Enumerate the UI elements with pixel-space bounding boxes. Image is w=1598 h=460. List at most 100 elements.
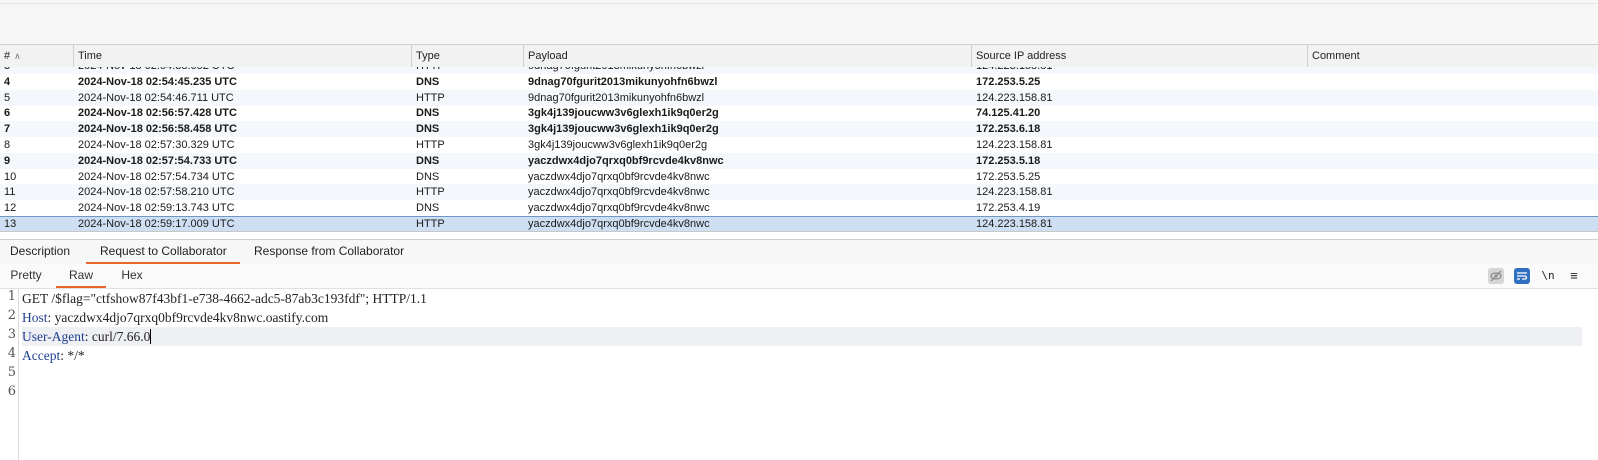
cell-time: 2024-Nov-18 02:56:57.428 UTC	[78, 107, 237, 120]
table-row[interactable]: 9 2024-Nov-18 02:57:54.733 UTC DNS yaczdwx4…	[0, 152, 1598, 169]
cell-num: 10	[4, 170, 17, 183]
tab-hex[interactable]: Hex	[112, 264, 152, 288]
cell-num: 11	[4, 186, 16, 199]
cell-ip: 124.223.158.81	[976, 139, 1053, 151]
cell-num: 7	[4, 123, 11, 136]
header-value: */*	[67, 348, 85, 363]
cell-ip: 74.125.41.20	[976, 107, 1041, 120]
cell-ip: 172.253.5.25	[976, 75, 1041, 88]
tab-label: Pretty	[10, 268, 42, 282]
divider	[0, 3, 1598, 4]
column-header-number[interactable]: # ∧	[0, 45, 74, 67]
header-separator: :	[84, 329, 92, 344]
newline-toggle-button[interactable]: \n	[1540, 268, 1556, 284]
sort-asc-icon[interactable]: ∧	[14, 45, 21, 67]
cell-type: DNS	[416, 123, 440, 136]
cell-payload: 3gk4j139joucww3v6glexh1ik9q0er2g	[528, 139, 708, 151]
tab-label: Raw	[68, 268, 93, 282]
eye-slash-icon[interactable]	[1488, 268, 1504, 284]
tab-pretty[interactable]: Pretty	[6, 264, 46, 288]
tab-label: Hex	[121, 268, 143, 282]
cell-ip: 124.223.158.81	[976, 91, 1053, 104]
tab-request-to-collaborator[interactable]: Request to Collaborator	[86, 240, 240, 264]
table-row[interactable]: 4 2024-Nov-18 02:54:45.235 UTC DNS 9dnag70f…	[0, 74, 1598, 90]
text-cursor	[150, 329, 152, 344]
column-header-comment[interactable]: Comment	[1308, 45, 1598, 67]
raw-request-editor[interactable]: 1 2 3 4 5 6 GET /$flag="ctfshow87f43bf1-e738-…	[0, 289, 1598, 460]
cell-type: HTTP	[416, 139, 445, 151]
word-wrap-glyph	[1517, 272, 1528, 280]
tab-label: Description	[10, 244, 71, 258]
tab-description[interactable]: Description	[10, 240, 76, 264]
cell-type: DNS	[416, 154, 440, 167]
cell-num: 5	[4, 91, 11, 104]
cell-type: HTTP	[416, 91, 445, 104]
hamburger-menu-icon[interactable]: ≡	[1566, 268, 1582, 284]
cell-type: DNS	[416, 107, 440, 120]
cell-time: 2024-Nov-18 02:56:58.458 UTC	[78, 123, 237, 136]
column-header-label: Time	[78, 50, 103, 62]
column-header-payload[interactable]: Payload	[524, 45, 972, 67]
cell-time: 2024-Nov-18 02:57:54.734 UTC	[78, 170, 235, 183]
top-toolbar-area	[0, 0, 1598, 45]
table-row[interactable]: 11 2024-Nov-18 02:57:58.210 UTC HTTP yaczdw…	[0, 184, 1598, 201]
header-name: Accept	[22, 348, 61, 363]
code-line[interactable]: User-Agent: curl/7.66.0	[22, 327, 1582, 346]
table-row[interactable]: 6 2024-Nov-18 02:56:57.428 UTC DNS 3gk4j139…	[0, 105, 1598, 121]
cell-ip: 124.223.158.81	[976, 186, 1053, 199]
cell-payload: 9dnag70fgurit2013mikunyohfn6bwzl	[528, 91, 705, 104]
cell-payload: 3gk4j139joucww3v6glexh1ik9q0er2g	[528, 107, 719, 120]
line-number: 5	[7, 365, 16, 380]
cell-time: 2024-Nov-18 02:54:45.235 UTC	[78, 75, 237, 88]
tab-label: Request to Collaborator	[100, 244, 227, 258]
cell-payload: yaczdwx4djo7qrxq0bf9rcvde4kv8nwc	[528, 154, 724, 167]
column-header-time[interactable]: Time	[74, 45, 412, 67]
tab-raw[interactable]: Raw	[56, 264, 106, 288]
view-mode-tabs: Pretty Raw Hex	[0, 264, 1598, 289]
table-row[interactable]: 13 2024-Nov-18 02:59:17.009 UTC HTTP yaczdw…	[0, 216, 1598, 231]
cell-ip: 172.253.4.19	[976, 202, 1041, 215]
line-number-gutter: 1 2 3 4 5 6	[0, 289, 19, 460]
cell-payload: yaczdwx4djo7qrxq0bf9rcvde4kv8nwc	[528, 186, 710, 199]
table-row[interactable]: 8 2024-Nov-18 02:57:30.329 UTC HTTP 3gk4j13…	[0, 137, 1598, 153]
cell-num: 13	[4, 218, 17, 230]
cell-time: 2024-Nov-18 02:59:13.743 UTC	[78, 202, 235, 215]
table-header: # ∧ Time Type Payload Source IP address C…	[0, 45, 1598, 68]
cell-time: 2024-Nov-18 02:57:54.733 UTC	[78, 154, 237, 167]
cell-type: DNS	[416, 202, 440, 215]
cell-payload: 9dnag70fgurit2013mikunyohfn6bwzl	[528, 75, 718, 88]
cell-num: 9	[4, 154, 11, 167]
request-line: GET /$flag="ctfshow87f43bf1-e738-4662-ad…	[22, 291, 427, 306]
line-number: 6	[7, 384, 16, 399]
table-row[interactable]: 5 2024-Nov-18 02:54:46.711 UTC HTTP 9dnag70…	[0, 89, 1598, 106]
tab-label: Response from Collaborator	[254, 244, 405, 258]
cell-num: 4	[4, 75, 11, 88]
eye-slash-glyph	[1490, 270, 1502, 282]
code-line[interactable]: GET /$flag="ctfshow87f43bf1-e738-4662-ad…	[22, 289, 427, 308]
cell-payload: yaczdwx4djo7qrxq0bf9rcvde4kv8nwc	[528, 170, 710, 183]
code-line[interactable]: Accept: */*	[22, 346, 85, 365]
cell-time: 2024-Nov-18 02:54:46.711 UTC	[78, 91, 234, 104]
cell-payload: 3gk4j139joucww3v6glexh1ik9q0er2g	[528, 123, 719, 136]
column-header-label: #	[4, 50, 11, 62]
cell-payload: yaczdwx4djo7qrxq0bf9rcvde4kv8nwc	[528, 202, 710, 215]
cell-num: 6	[4, 107, 11, 120]
column-header-source-ip[interactable]: Source IP address	[972, 45, 1308, 67]
word-wrap-icon[interactable]	[1514, 268, 1530, 284]
cell-time: 2024-Nov-18 02:57:30.329 UTC	[78, 139, 235, 151]
line-number: 2	[7, 308, 16, 323]
cell-type: HTTP	[416, 186, 445, 199]
column-header-type[interactable]: Type	[412, 45, 524, 67]
cell-num: 12	[4, 202, 17, 215]
line-number: 1	[7, 289, 16, 304]
code-line[interactable]: Host: yaczdwx4djo7qrxq0bf9rcvde4kv8nwc.o…	[22, 308, 328, 327]
column-header-label: Source IP address	[976, 50, 1067, 62]
table-row[interactable]: 7 2024-Nov-18 02:56:58.458 UTC DNS 3gk4j139…	[0, 121, 1598, 138]
table-row[interactable]: 10 2024-Nov-18 02:57:54.734 UTC DNS yaczdwx…	[0, 169, 1598, 185]
tab-response-from-collaborator[interactable]: Response from Collaborator	[254, 240, 414, 264]
cell-num: 8	[4, 139, 11, 151]
header-value: curl/7.66.0	[91, 329, 151, 344]
cell-ip: 172.253.5.25	[976, 170, 1041, 183]
header-name: User-Agent	[22, 329, 85, 344]
table-row[interactable]: 12 2024-Nov-18 02:59:13.743 UTC DNS yaczdwx…	[0, 200, 1598, 216]
